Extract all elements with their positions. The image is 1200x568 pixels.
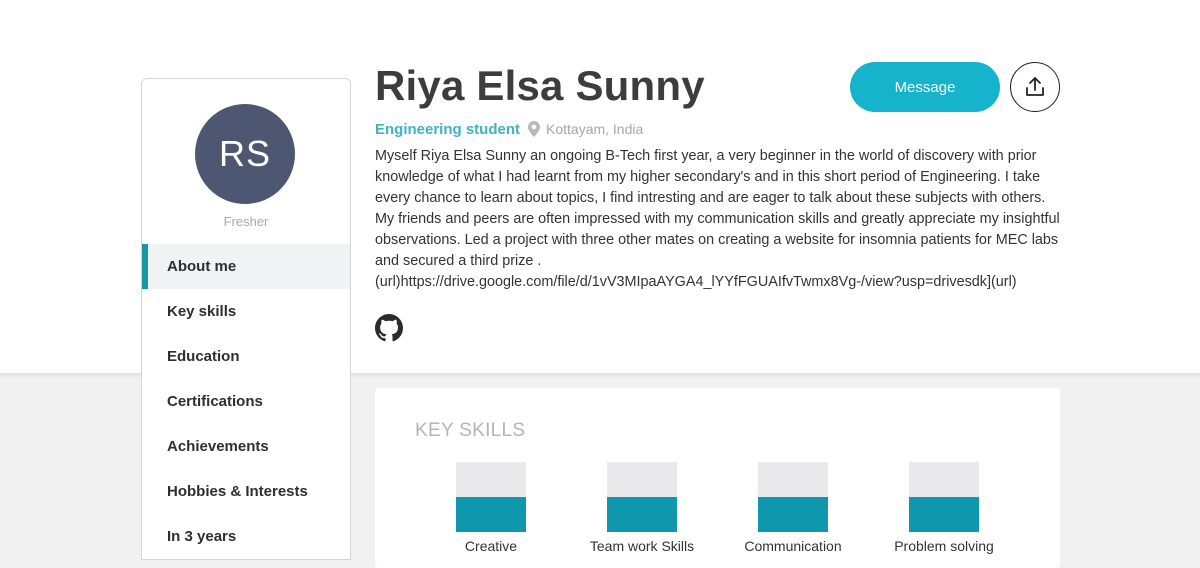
avatar-initials: RS: [218, 133, 271, 174]
sidebar-nav: About me Key skills Education Certificat…: [142, 244, 350, 559]
profile-location: Kottayam, India: [528, 121, 643, 137]
skill-level-fill: [909, 497, 979, 532]
sidebar-item-key-skills[interactable]: Key skills: [142, 289, 350, 334]
key-skills-card: KEY SKILLS Creative Team work Skills Com…: [375, 388, 1060, 568]
avatar: RS: [195, 104, 295, 204]
share-upload-icon: [1026, 77, 1044, 96]
sidebar-item-achievements[interactable]: Achievements: [142, 424, 350, 469]
skill-label: Problem solving: [894, 538, 994, 554]
skill-level-fill: [456, 497, 526, 532]
skill-level-bar: [607, 462, 677, 532]
sidebar-item-hobbies-interests[interactable]: Hobbies & Interests: [142, 469, 350, 514]
location-pin-icon: [528, 121, 540, 137]
github-link[interactable]: [375, 314, 403, 342]
sidebar-item-education[interactable]: Education: [142, 334, 350, 379]
skill-item: Team work Skills: [577, 462, 707, 554]
sidebar-item-about-me[interactable]: About me: [142, 244, 350, 289]
share-button[interactable]: [1010, 62, 1060, 112]
key-skills-title: KEY SKILLS: [415, 420, 526, 441]
profile-sidebar: RS Fresher About me Key skills Education…: [141, 78, 351, 560]
skill-level-fill: [607, 497, 677, 532]
skill-label: Communication: [744, 538, 842, 554]
skill-item: Problem solving: [879, 462, 1009, 554]
sidebar-item-in-3-years[interactable]: In 3 years: [142, 514, 350, 559]
skill-level-fill: [758, 497, 828, 532]
github-icon: [375, 314, 403, 342]
experience-status: Fresher: [223, 214, 269, 229]
skill-label: Team work Skills: [589, 538, 695, 554]
skill-level-bar: [758, 462, 828, 532]
profile-role: Engineering student: [375, 121, 521, 138]
message-button[interactable]: Message: [850, 62, 1000, 112]
profile-bio: Myself Riya Elsa Sunny an ongoing B-Tech…: [375, 148, 1060, 290]
skill-label: Creative: [464, 538, 518, 554]
profile-name: Riya Elsa Sunny: [375, 62, 705, 109]
sidebar-item-certifications[interactable]: Certifications: [142, 379, 350, 424]
skill-item: Communication: [728, 462, 858, 554]
skill-level-bar: [909, 462, 979, 532]
skill-level-bar: [456, 462, 526, 532]
location-text: Kottayam, India: [546, 121, 644, 137]
skill-item: Creative: [426, 462, 556, 554]
